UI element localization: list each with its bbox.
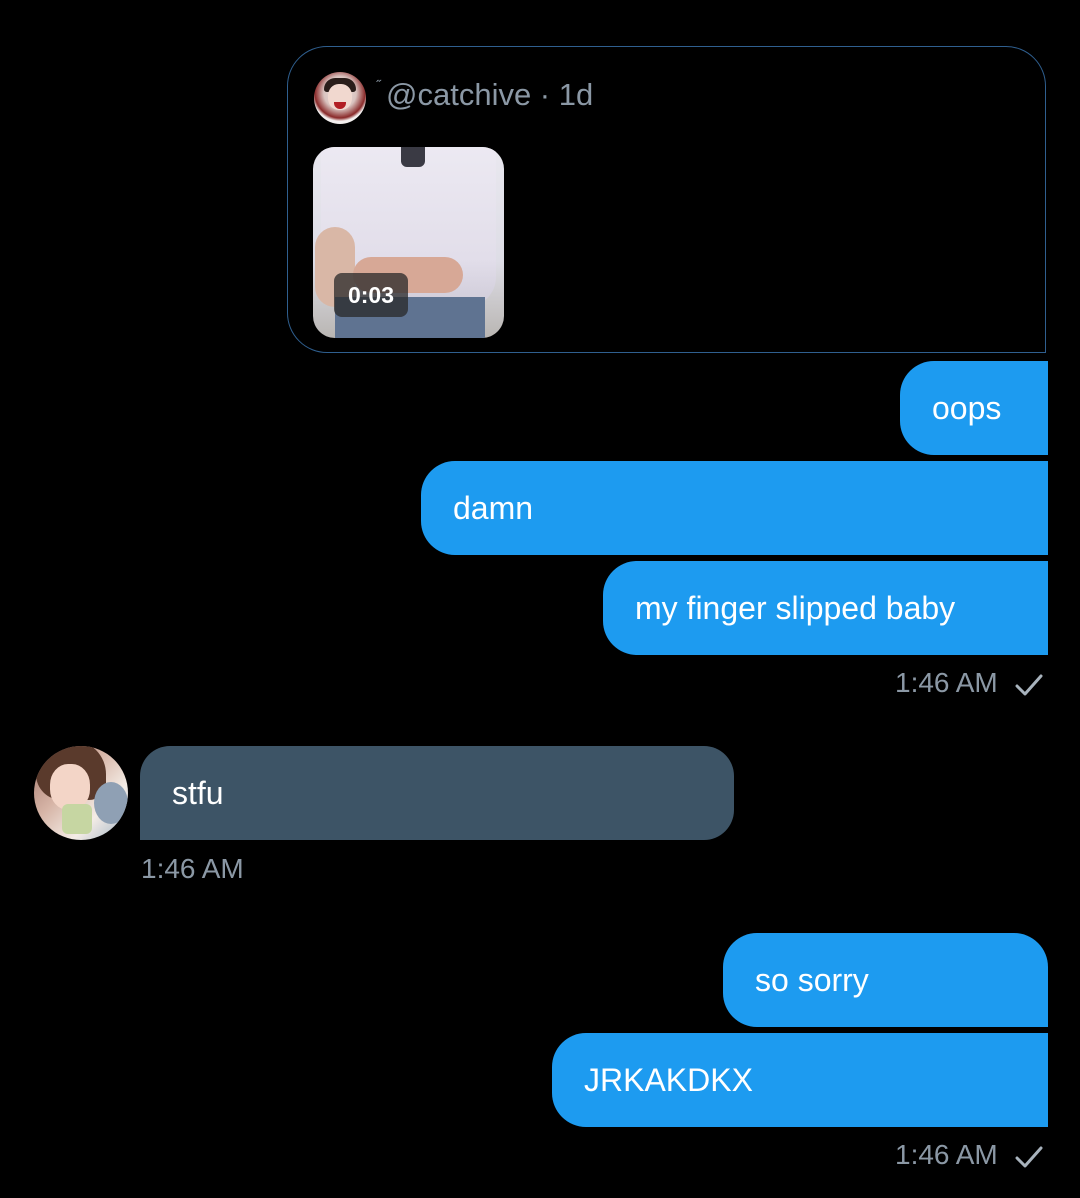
message-timestamp: 1:46 AM bbox=[141, 853, 244, 884]
tweet-video-thumbnail[interactable]: 0:03 bbox=[313, 147, 504, 338]
message-bubble-outgoing[interactable]: oops bbox=[900, 361, 1048, 455]
dm-conversation: ˝ @catchive · 1d 0:03 oops damn my finger… bbox=[0, 0, 1080, 1198]
message-text: my finger slipped baby bbox=[635, 590, 956, 626]
header-mark: ˝ bbox=[376, 77, 381, 93]
video-duration-badge: 0:03 bbox=[334, 273, 408, 317]
check-icon bbox=[1015, 1146, 1043, 1168]
message-bubble-outgoing[interactable]: JRKAKDKX bbox=[552, 1033, 1048, 1127]
tweet-author-avatar[interactable] bbox=[314, 72, 366, 124]
avatar-sticker bbox=[94, 782, 128, 824]
message-text: oops bbox=[932, 390, 1002, 426]
message-text: stfu bbox=[172, 775, 224, 811]
tweet-author-handle: @catchive · 1d bbox=[386, 77, 594, 112]
sender-avatar[interactable] bbox=[34, 746, 128, 840]
message-text: JRKAKDKX bbox=[584, 1062, 753, 1098]
message-bubble-incoming[interactable]: stfu bbox=[140, 746, 734, 840]
message-timestamp: 1:46 AM bbox=[895, 667, 998, 698]
message-bubble-outgoing[interactable]: my finger slipped baby bbox=[603, 561, 1048, 655]
message-bubble-outgoing[interactable]: so sorry bbox=[723, 933, 1048, 1027]
avatar-cup bbox=[62, 804, 92, 834]
thumbnail-collar bbox=[401, 147, 425, 167]
quoted-tweet-card[interactable]: ˝ @catchive · 1d 0:03 bbox=[287, 46, 1046, 353]
tweet-header: ˝ @catchive · 1d bbox=[376, 77, 593, 113]
message-text: so sorry bbox=[755, 962, 869, 998]
check-icon bbox=[1015, 674, 1043, 696]
message-text: damn bbox=[453, 490, 534, 526]
message-bubble-outgoing[interactable]: damn bbox=[421, 461, 1048, 555]
message-timestamp: 1:46 AM bbox=[895, 1139, 998, 1170]
